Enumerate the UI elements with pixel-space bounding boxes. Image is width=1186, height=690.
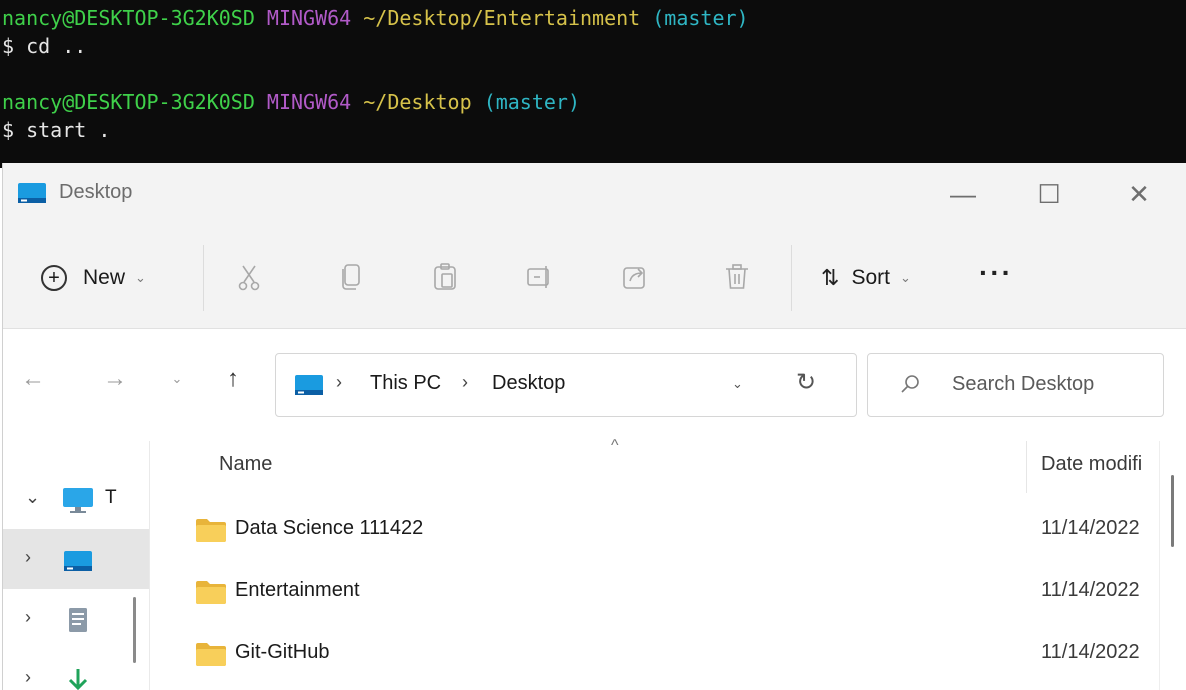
new-button-label: New — [83, 266, 126, 289]
desktop-icon — [64, 551, 92, 571]
column-header-date-modified[interactable]: Date modifi — [1041, 453, 1142, 476]
this-pc-icon — [63, 488, 93, 513]
terminal-command-line: $ start . — [2, 118, 111, 142]
address-dropdown-chevron-icon[interactable]: ⌄ — [732, 376, 743, 392]
documents-icon — [69, 608, 87, 632]
sidebar-item-documents[interactable]: › — [3, 589, 149, 649]
prompt-branch: (master) — [652, 6, 749, 30]
folder-icon — [196, 519, 226, 542]
pane-divider[interactable] — [149, 441, 150, 690]
chevron-down-icon: ⌄ — [135, 270, 146, 285]
new-button[interactable]: + New ⌄ — [41, 261, 146, 295]
minimize-button[interactable]: — — [943, 177, 983, 211]
up-arrow-icon[interactable]: ↑ — [217, 363, 249, 395]
column-header-name[interactable]: Name — [219, 453, 272, 476]
delete-icon[interactable] — [719, 259, 755, 295]
file-name: Entertainment — [235, 579, 360, 601]
share-icon[interactable] — [617, 259, 653, 295]
search-box[interactable]: Search Desktop — [867, 353, 1164, 417]
plus-circle-icon: + — [41, 265, 67, 291]
folder-icon — [196, 581, 226, 604]
breadcrumb-this-pc[interactable]: This PC — [370, 372, 441, 395]
back-arrow-icon[interactable]: ← — [17, 363, 49, 395]
breadcrumb-separator-icon: › — [462, 372, 468, 392]
terminal-prompt-line: nancy@DESKTOP-3G2K0SD MINGW64 ~/Desktop/… — [2, 4, 1186, 32]
paste-icon[interactable] — [427, 259, 463, 295]
chevron-down-icon: ⌄ — [899, 270, 911, 285]
window-title: Desktop — [59, 181, 133, 203]
sort-ascending-caret-icon: ^ — [611, 437, 619, 454]
expand-chevron-icon[interactable]: › — [25, 547, 31, 568]
prompt-env: MINGW64 — [266, 6, 352, 30]
prompt-env: MINGW64 — [266, 90, 352, 114]
sort-button[interactable]: ⇅ Sort ⌄ — [821, 261, 911, 295]
downloads-icon — [68, 669, 88, 690]
maximize-button[interactable]: ☐ — [1029, 177, 1069, 211]
prompt-path: ~/Desktop/Entertainment — [363, 6, 641, 30]
desktop-folder-icon — [295, 375, 323, 395]
folder-icon — [196, 643, 226, 666]
prompt-user: nancy@DESKTOP-3G2K0SD — [2, 6, 255, 30]
git-bash-terminal[interactable]: nancy@DESKTOP-3G2K0SD MINGW64 ~/Desktop/… — [0, 0, 1186, 168]
file-row[interactable]: Entertainment 11/14/2022 — [151, 565, 1186, 625]
expand-chevron-icon[interactable]: ⌄ — [25, 487, 40, 508]
expand-chevron-icon[interactable]: › — [25, 607, 31, 628]
sidebar-item-this-pc[interactable]: ⌄ T — [3, 469, 149, 529]
file-date-modified: 11/14/2022 — [1041, 579, 1140, 601]
file-list-scrollbar[interactable] — [1171, 475, 1174, 547]
search-icon — [901, 375, 919, 393]
column-separator[interactable] — [1026, 441, 1027, 493]
title-bar[interactable]: Desktop — ☐ ✕ — [3, 163, 1186, 227]
breadcrumb-desktop[interactable]: Desktop — [492, 372, 565, 395]
forward-arrow-icon[interactable]: → — [99, 363, 131, 395]
sidebar-item-label: T — [105, 487, 117, 508]
sort-arrows-icon: ⇅ — [821, 265, 840, 290]
navigation-pane: ⌄ T › › › — [3, 441, 149, 690]
desktop-folder-icon — [18, 183, 46, 203]
more-options-button[interactable]: ··· — [979, 257, 1013, 289]
toolbar-divider — [791, 245, 792, 311]
file-row[interactable]: Git-GitHub 11/14/2022 — [151, 627, 1186, 687]
breadcrumb-separator-icon: › — [336, 372, 342, 392]
search-placeholder: Search Desktop — [952, 373, 1095, 395]
close-button[interactable]: ✕ — [1119, 177, 1159, 211]
prompt-user: nancy@DESKTOP-3G2K0SD — [2, 90, 255, 114]
rename-icon[interactable] — [521, 259, 557, 295]
toolbar-divider — [203, 245, 204, 311]
terminal-command-line: $ cd .. — [2, 34, 87, 58]
navigation-pane-scrollbar[interactable] — [133, 597, 136, 663]
navigation-row: ← → ⌄ ↑ › This PC › Desktop ⌄ ↻ Search D… — [3, 329, 1186, 433]
sidebar-item-desktop[interactable]: › — [3, 529, 149, 589]
file-explorer-window: Desktop — ☐ ✕ + New ⌄ ⇅ Sort ⌄ ··· ← → ⌄… — [2, 163, 1186, 690]
sidebar-item-downloads[interactable]: › — [3, 649, 149, 690]
prompt-branch: (master) — [483, 90, 581, 114]
terminal-prompt-line: nancy@DESKTOP-3G2K0SD MINGW64 ~/Desktop … — [2, 88, 1186, 116]
file-row[interactable]: Data Science 111422 11/14/2022 — [151, 503, 1186, 563]
refresh-icon[interactable]: ↻ — [796, 368, 816, 397]
file-name: Data Science 111422 — [235, 517, 424, 539]
scrollbar-track — [1159, 441, 1160, 690]
file-date-modified: 11/14/2022 — [1041, 641, 1140, 663]
file-date-modified: 11/14/2022 — [1041, 517, 1140, 539]
file-name: Git-GitHub — [235, 641, 330, 663]
cut-icon[interactable] — [231, 259, 267, 295]
recent-locations-chevron-icon[interactable]: ⌄ — [161, 363, 193, 395]
copy-icon[interactable] — [333, 259, 369, 295]
expand-chevron-icon[interactable]: › — [25, 667, 31, 688]
sort-button-label: Sort — [851, 266, 890, 289]
command-bar: + New ⌄ ⇅ Sort ⌄ ··· — [3, 227, 1186, 329]
file-list: ^ Name Date modifi Data Science 111422 1… — [151, 437, 1186, 690]
address-bar[interactable]: › This PC › Desktop ⌄ ↻ — [275, 353, 857, 417]
prompt-path: ~/Desktop — [363, 90, 472, 114]
